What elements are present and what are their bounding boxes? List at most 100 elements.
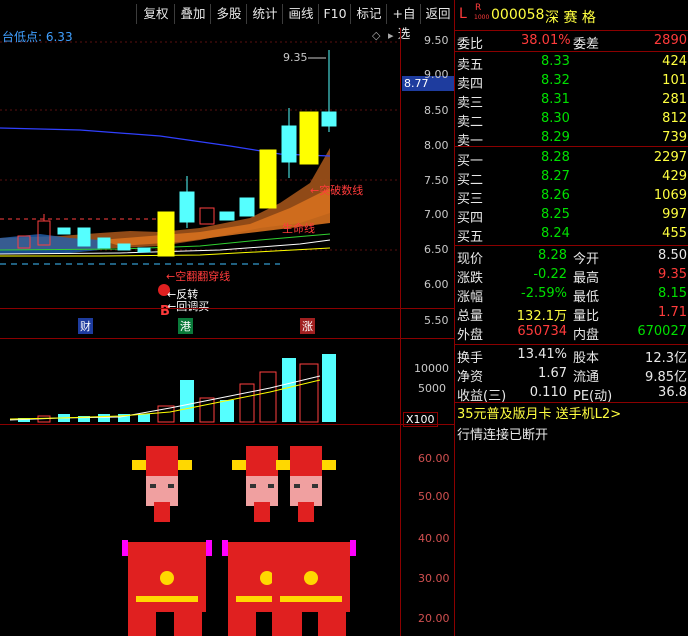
ask-row[interactable]: 卖二 8.30 812 [455,109,688,130]
kline-chart-area[interactable]: 台低点: 6.33 9.35 8.77 ◇ ▸ ←突破数线 生命线 ←空翻翻穿线… [0,28,456,636]
fund-value: 36.8 [658,385,687,400]
tag-hk[interactable]: 港 [178,318,193,334]
buy-mark: B [160,304,170,319]
bid-price: 8.26 [541,188,570,203]
quote-row: 外盘 650734 内盘 670027 [455,322,688,343]
ask-volume: 812 [662,111,687,126]
high-price-marker: 9.35 [283,51,308,64]
price-axis-label: 8.50 [424,104,449,117]
bid-price: 8.27 [541,169,570,184]
bid-row[interactable]: 买四 8.25 997 [455,205,688,226]
axis-divider [400,28,401,636]
sub-axis-label: 50.00 [418,490,450,503]
fund-value: 13.41% [517,347,567,362]
quote-row: 涨跌 -0.22 最高 9.35 [455,265,688,286]
price-axis-label: 6.00 [424,278,449,291]
bid-row[interactable]: 买二 8.27 429 [455,167,688,188]
sub-axis-label: 30.00 [418,572,450,585]
bid-volume: 429 [662,169,687,184]
bid-volume: 2297 [653,150,687,165]
kline-chart-svg [0,41,400,636]
separator [0,308,454,309]
sub-axis-label: 20.00 [418,612,450,625]
promo-link[interactable]: 35元普及版月卡 送手机L2> [457,403,621,422]
toolbar-button-add-watchlist[interactable]: +自选 [386,4,421,41]
price-axis-label: 9.50 [424,34,449,47]
stock-name: 深 赛 格 [545,10,596,26]
r-mark-sub: 1000 [474,14,490,21]
price-axis-label: 9.00 [424,68,449,81]
ask-volume: 739 [662,130,687,145]
ratio-value: 38.01% [521,33,571,48]
quote-value: 9.35 [658,267,687,282]
toolbar-button-draw-line[interactable]: 画线 [282,4,319,24]
bid-price: 8.24 [541,226,570,241]
ask-volume: 281 [662,92,687,107]
toolbar-button-back[interactable]: 返回 [420,4,455,24]
ask-row[interactable]: 卖一 8.29 739 [455,128,688,149]
quote-value: 1.71 [658,305,687,320]
toolbar-button-statistics[interactable]: 统计 [246,4,283,24]
diff-value: 2890 [653,33,687,48]
bid-row[interactable]: 买五 8.24 455 [455,224,688,245]
mascot-figures [122,446,356,636]
toolbar-button-overlay[interactable]: 叠加 [174,4,211,24]
separator [0,424,454,425]
ask-row[interactable]: 卖三 8.31 281 [455,90,688,111]
quote-value: 8.28 [538,248,567,263]
ask-price: 8.30 [541,111,570,126]
ask-row[interactable]: 卖五 8.33 424 [455,52,688,73]
price-axis-label: 7.50 [424,174,449,187]
quote-label: 内盘 [573,328,600,343]
annotation-break-line: ←突破数线 [310,184,364,197]
fund-value: 0.110 [529,385,567,400]
ask-price: 8.33 [541,54,570,69]
toolbar-button-mark[interactable]: 标记 [350,4,387,24]
ask-row[interactable]: 卖四 8.32 101 [455,71,688,92]
fundamental-row: 换手 13.41% 股本 12.3亿 [455,345,688,366]
commission-ratio-row: 委比 38.01% 委差 2890 [455,31,688,52]
l-mark: L [459,6,467,22]
bid-row[interactable]: 买三 8.26 1069 [455,186,688,207]
annotation-cross-line: ←空翻翻穿线 [166,270,231,283]
stock-code: 000058 [491,7,545,23]
ratio-label: 委比 [457,37,484,52]
toolbar-button-fuquan[interactable]: 复权 [136,4,175,24]
price-axis-label: 5.50 [424,314,449,327]
quote-value: -2.59% [521,286,567,301]
menu-icon[interactable]: ▸ [388,29,394,42]
quote-value: 650734 [517,324,567,339]
connection-status: 行情连接已断开 [457,428,549,443]
volume-axis-label: 10000 [414,362,449,375]
ask-price: 8.29 [541,130,570,145]
separator [0,338,454,339]
ask-volume: 101 [662,73,687,88]
ask-volume: 424 [662,54,687,69]
tag-finance[interactable]: 财 [78,318,93,334]
bid-price: 8.25 [541,207,570,222]
low-point-label: 台低点: 6.33 [2,30,73,44]
quote-value: 8.15 [658,286,687,301]
quote-row: 现价 8.28 今开 8.50 [455,246,688,267]
bid-volume: 455 [662,226,687,241]
bid-row[interactable]: 买一 8.28 2297 [455,148,688,169]
quote-value: 670027 [637,324,687,339]
bid-volume: 997 [662,207,687,222]
fund-value: 1.67 [538,366,567,381]
r-mark: R [475,3,482,13]
diamond-icon[interactable]: ◇ [372,29,380,42]
toolbar-button-multi-stock[interactable]: 多股 [210,4,247,24]
bid-volume: 1069 [653,188,687,203]
price-axis-label: 7.00 [424,208,449,221]
fundamental-row: 收益(三) 0.110 PE(动) 36.8 [455,383,688,404]
toolbar: 复权 叠加 多股 统计 画线 F10 标记 +自选 返回 [0,0,455,41]
fundamental-row: 净资 1.67 流通 9.85亿 [455,364,688,385]
toolbar-button-f10[interactable]: F10 [318,4,351,24]
ask-price: 8.32 [541,73,570,88]
quote-row: 总量 132.1万 量比 1.71 [455,303,688,324]
quote-panel: L R 1000 000058 深 赛 格 委比 38.01% 委差 2890 … [454,0,688,636]
annotation-pullback: ←回调买 [167,300,210,313]
quote-label: 外盘 [457,328,484,343]
tag-rise[interactable]: 涨 [300,318,315,334]
bid-price: 8.28 [541,150,570,165]
